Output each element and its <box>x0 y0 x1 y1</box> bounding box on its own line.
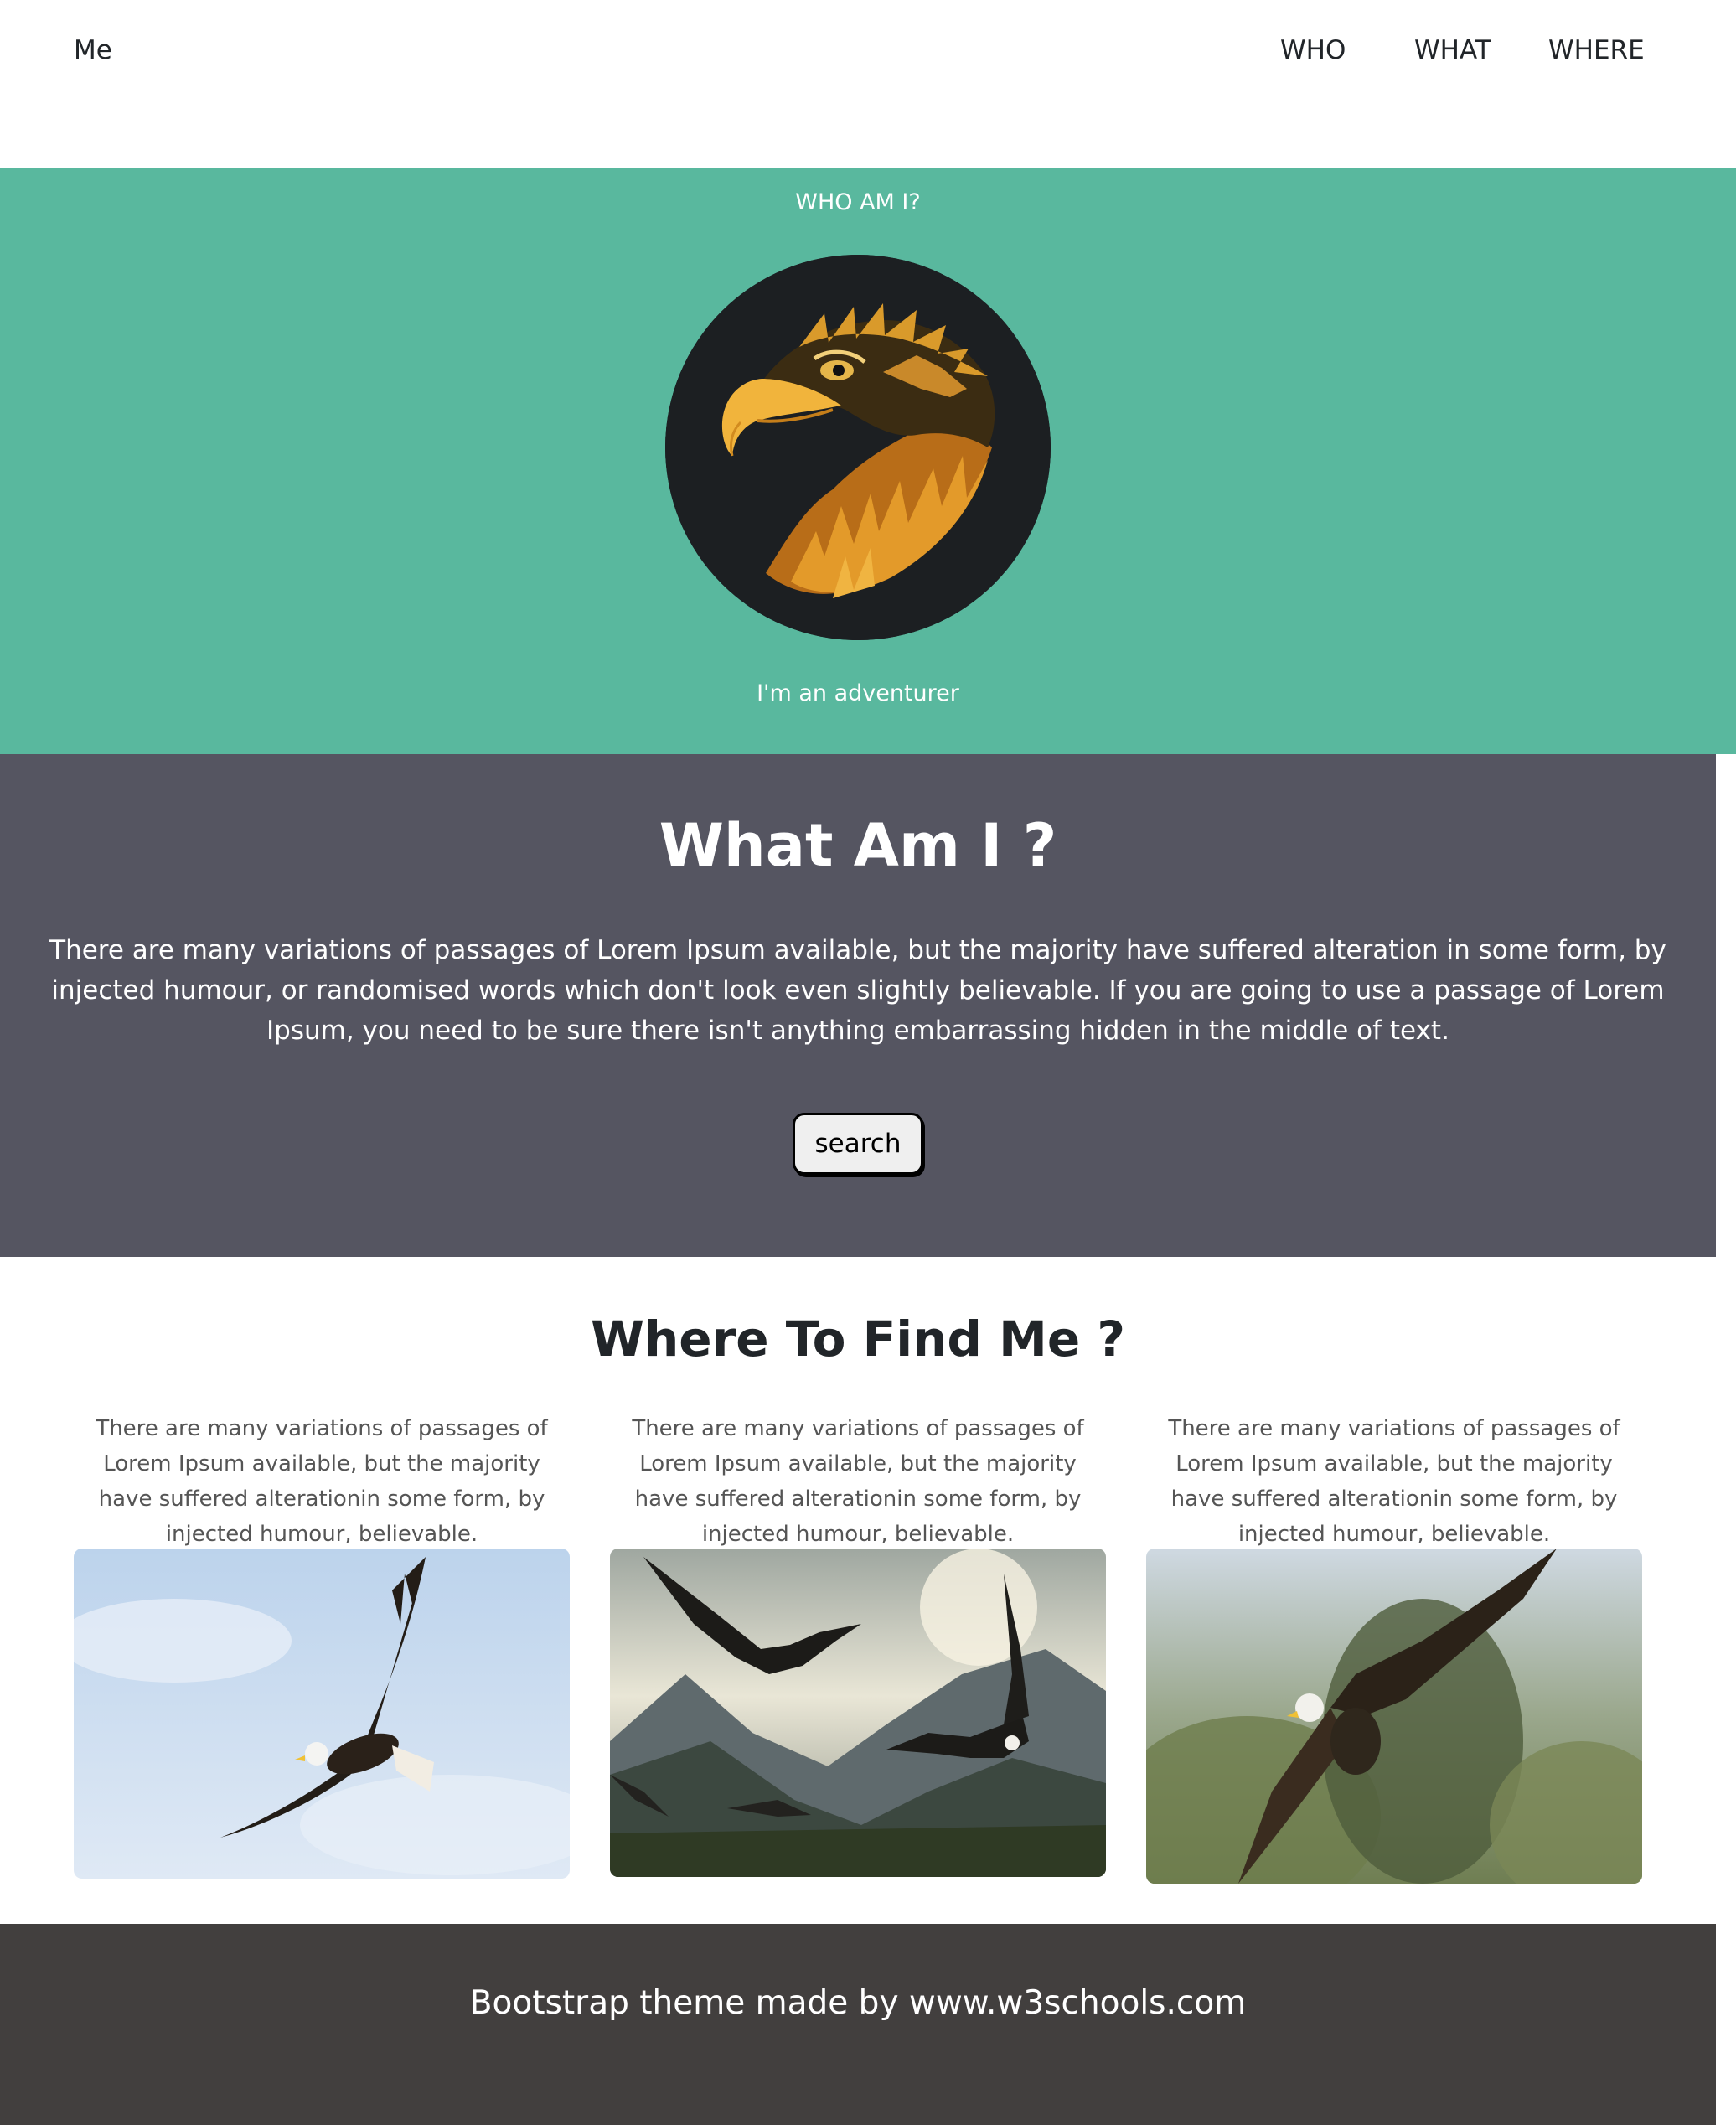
eagle-trees-image <box>1146 1549 1642 1884</box>
card-text: There are many variations of passages of… <box>96 1416 548 1547</box>
eagles-mountains-image <box>610 1549 1106 1877</box>
nav-link-what[interactable]: WHAT <box>1414 35 1491 65</box>
who-tagline: I'm an adventurer <box>757 680 959 706</box>
nav-link-where[interactable]: WHERE <box>1548 35 1645 65</box>
who-section: WHO AM I? I'm an adventurer <box>0 168 1736 754</box>
what-section: What Am I ? There are many variations of… <box>0 754 1716 1257</box>
who-heading: WHO AM I? <box>795 189 921 215</box>
nav-link-who[interactable]: WHO <box>1280 35 1346 65</box>
brand-link[interactable]: Me <box>74 35 112 65</box>
search-button[interactable]: search <box>793 1113 923 1175</box>
location-card: There are many variations of passages of… <box>610 1411 1106 1877</box>
where-title: Where To Find Me ? <box>590 1311 1126 1368</box>
what-paragraph: There are many variations of passages of… <box>49 935 1666 1046</box>
footer: Bootstrap theme made by www.w3schools.co… <box>0 1924 1716 2125</box>
eagle-avatar-image <box>665 255 1051 640</box>
where-section: Where To Find Me ? There are many variat… <box>0 1257 1716 1924</box>
card-text: There are many variations of passages of… <box>632 1416 1084 1547</box>
what-title: What Am I ? <box>659 811 1057 880</box>
location-card: There are many variations of passages of… <box>1146 1411 1642 1884</box>
location-card: There are many variations of passages of… <box>74 1411 570 1879</box>
eagle-sky-image <box>74 1549 570 1879</box>
footer-credit: Bootstrap theme made by www.w3schools.co… <box>469 1984 1247 2022</box>
navbar: Me WHO WHAT WHERE <box>0 0 1736 168</box>
card-text: There are many variations of passages of… <box>1168 1416 1620 1547</box>
